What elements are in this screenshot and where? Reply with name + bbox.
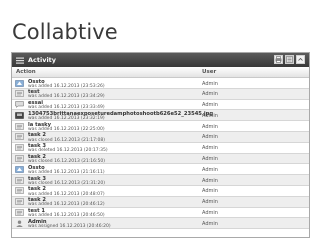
export-icon[interactable] (285, 55, 294, 64)
activity-row[interactable]: Admin was assigned 16.12.2013 (20:46:20) A… (12, 218, 309, 230)
task-icon (15, 187, 24, 195)
task-icon (15, 198, 24, 206)
task-icon (15, 144, 24, 152)
task-icon (15, 155, 24, 162)
activity-item-user[interactable]: Admin (202, 81, 218, 87)
activity-item-meta: was assigned 16.12.2013 (20:46:20) (28, 223, 111, 229)
activity-item-user[interactable]: Admin (202, 113, 218, 119)
print-icon[interactable] (274, 55, 283, 64)
activity-item-user[interactable]: Admin (202, 188, 218, 194)
message-icon (15, 101, 24, 109)
task-icon (15, 90, 24, 98)
activity-row[interactable]: task 2 was added 16.12.2013 (20:48:07) Adm… (12, 186, 309, 197)
activity-row[interactable]: test was added 16.12.2013 (23:34:29) Admin (12, 88, 309, 100)
activity-panel: Activity Action User Ossto was added 16.… (11, 52, 310, 238)
collapse-icon[interactable] (296, 55, 305, 64)
activity-row[interactable]: task 3 was deleted 16.12.2013 (20:17:35) A… (12, 143, 309, 154)
activity-row[interactable]: Ossto was added 16.12.2013 (23:53:26) Admi… (12, 78, 309, 89)
slide-title: Collabtive (12, 20, 118, 44)
user-icon (15, 220, 24, 227)
activity-item-user[interactable]: Admin (202, 178, 218, 184)
column-header: Action User (12, 67, 309, 78)
activity-row[interactable]: task 2 was closed 16.12.2013 (21:16:50) Ad… (12, 153, 309, 165)
activity-item-user[interactable]: Admin (202, 145, 218, 151)
file-icon (15, 112, 24, 119)
activity-item-user[interactable]: Admin (202, 102, 218, 108)
activity-row[interactable]: task 2 was added 16.12.2013 (20:46:12) Adm… (12, 196, 309, 208)
activity-panel-header: Activity (12, 53, 309, 67)
activity-item-user[interactable]: Admin (202, 167, 218, 173)
task-icon (15, 133, 24, 141)
activity-item-user[interactable]: Admin (202, 91, 218, 97)
panel-title: Activity (28, 56, 57, 64)
activity-item-user[interactable]: Admin (202, 124, 218, 130)
milestone-icon (15, 79, 24, 87)
activity-row[interactable]: la tasky was added 16.12.2013 (22:25:00) A… (12, 121, 309, 132)
activity-item-user[interactable]: Admin (202, 199, 218, 205)
activity-row[interactable]: 1304753brittanaexposeturedamphotoshootb6… (12, 110, 309, 122)
task-icon (15, 209, 24, 216)
activity-icon (16, 57, 24, 64)
activity-row[interactable]: task 2 was closed 16.12.2013 (21:17:08) Ad… (12, 131, 309, 143)
task-icon (15, 122, 24, 130)
milestone-icon (15, 166, 24, 173)
activity-list: Ossto was added 16.12.2013 (23:53:26) Admi… (12, 78, 309, 230)
activity-row[interactable]: test 1 was added 16.12.2013 (20:46:50) Adm… (12, 208, 309, 219)
activity-row[interactable]: task 3 was closed 16.12.2013 (21:31:20) Ad… (12, 175, 309, 186)
activity-item-user[interactable]: Admin (202, 134, 218, 140)
task-icon (15, 176, 24, 184)
activity-item-user[interactable]: Admin (202, 221, 218, 227)
activity-row[interactable]: essai was added 16.12.2013 (23:33:49) Admi… (12, 100, 309, 111)
panel-tools (274, 55, 305, 64)
column-user[interactable]: User (202, 69, 216, 75)
activity-row[interactable]: Ossto was added 16.12.2013 (21:16:11) Admi… (12, 164, 309, 176)
activity-item-user[interactable]: Admin (202, 156, 218, 162)
column-action[interactable]: Action (16, 69, 36, 75)
activity-item-user[interactable]: Admin (202, 210, 218, 216)
